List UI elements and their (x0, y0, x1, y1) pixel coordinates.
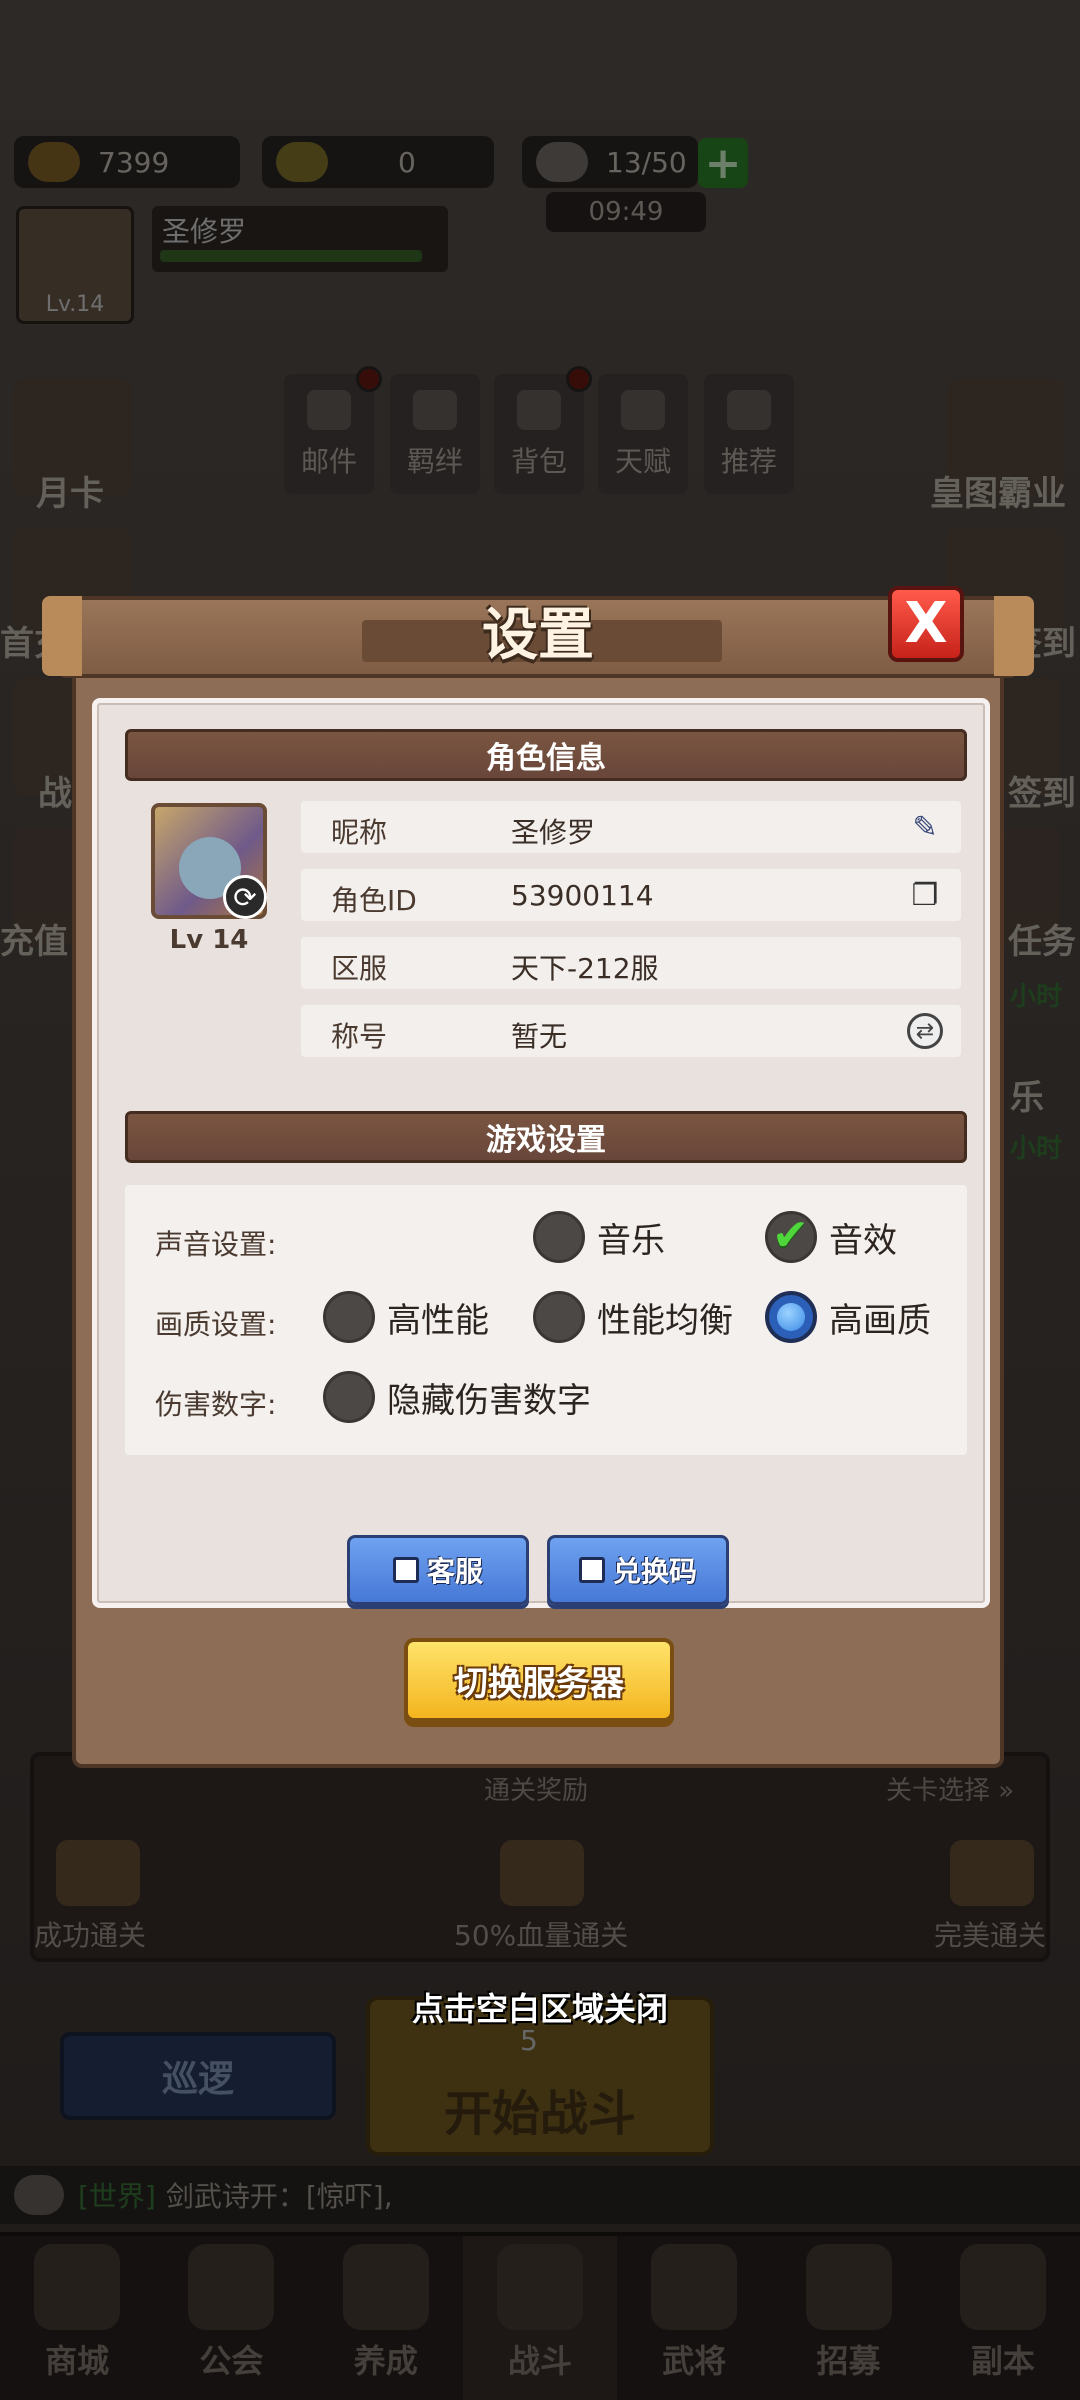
copy-icon[interactable]: ❐ (907, 877, 943, 913)
hide-damage-option[interactable]: 隐藏伤害数字 (323, 1371, 591, 1423)
switch-server-label: 切换服务器 (454, 1663, 624, 1704)
quality-performance-label: 高性能 (387, 1300, 489, 1341)
quality-high-radio-selected[interactable] (765, 1291, 817, 1343)
customer-service-button[interactable]: 客服 (347, 1535, 529, 1605)
game-settings-box: 声音设置: 音乐 音效 画质设置: 高性能 性能均衡 (125, 1185, 967, 1455)
quality-performance-option[interactable]: 高性能 (323, 1291, 489, 1343)
switch-server-button[interactable]: 切换服务器 (404, 1638, 674, 1722)
nickname-value: 圣修罗 (511, 816, 596, 849)
close-icon: X (904, 591, 948, 656)
service-icon (392, 1557, 419, 1583)
role-level: Lv 14 (169, 925, 249, 955)
hide-damage-label: 隐藏伤害数字 (387, 1380, 591, 1421)
close-button[interactable]: X (888, 586, 964, 662)
tap-to-close-hint: 点击空白区域关闭 (411, 1990, 668, 2028)
quality-high-label: 高画质 (829, 1300, 931, 1341)
hide-damage-checkbox[interactable] (323, 1371, 375, 1423)
dialog-title: 设置 (482, 603, 594, 668)
title-row: 称号 暂无 ⇄ (301, 1005, 961, 1057)
server-value: 天下-212服 (511, 952, 659, 985)
sound-settings-label: 声音设置: (155, 1228, 277, 1261)
dialog-header: 设置 X (42, 586, 1034, 678)
role-info-header: 角色信息 (125, 729, 967, 781)
nickname-row: 昵称 圣修罗 ✎ (301, 801, 961, 853)
server-label: 区服 (331, 952, 388, 985)
quality-high-option[interactable]: 高画质 (765, 1291, 931, 1343)
change-avatar-icon[interactable]: ⟳ (223, 875, 267, 919)
damage-number-label: 伤害数字: (155, 1388, 277, 1421)
role-avatar[interactable]: ⟳ (151, 803, 267, 919)
edit-pencil-icon[interactable]: ✎ (907, 809, 943, 845)
settings-panel: 角色信息 ⟳ Lv 14 昵称 圣修罗 ✎ 角色ID 53900114 ❐ 区服… (92, 698, 990, 1608)
sfx-label: 音效 (829, 1220, 897, 1261)
nickname-label: 昵称 (331, 816, 388, 849)
sfx-toggle[interactable]: 音效 (765, 1210, 897, 1263)
role-info-title: 角色信息 (486, 741, 606, 776)
settings-dialog: 角色信息 ⟳ Lv 14 昵称 圣修罗 ✎ 角色ID 53900114 ❐ 区服… (42, 586, 1034, 1772)
sfx-checkbox-checked[interactable] (765, 1210, 817, 1263)
quality-performance-radio[interactable] (323, 1291, 375, 1343)
music-label: 音乐 (597, 1220, 665, 1261)
redeem-code-label: 兑换码 (612, 1555, 697, 1588)
qr-code-icon (578, 1557, 605, 1583)
quality-balanced-option[interactable]: 性能均衡 (533, 1291, 733, 1343)
role-id-row: 角色ID 53900114 ❐ (301, 869, 961, 921)
role-id-label: 角色ID (331, 884, 417, 917)
game-settings-header: 游戏设置 (125, 1111, 967, 1163)
game-settings-title: 游戏设置 (486, 1123, 606, 1158)
music-checkbox[interactable] (533, 1211, 585, 1263)
quality-balanced-radio[interactable] (533, 1291, 585, 1343)
server-row: 区服 天下-212服 (301, 937, 961, 989)
music-toggle[interactable]: 音乐 (533, 1211, 665, 1263)
title-value: 暂无 (511, 1020, 568, 1053)
dialog-body: 角色信息 ⟳ Lv 14 昵称 圣修罗 ✎ 角色ID 53900114 ❐ 区服… (72, 676, 1004, 1768)
role-id-value: 53900114 (511, 879, 654, 912)
quality-balanced-label: 性能均衡 (597, 1300, 733, 1341)
customer-service-label: 客服 (426, 1555, 483, 1588)
switch-title-icon[interactable]: ⇄ (907, 1013, 943, 1049)
title-label: 称号 (331, 1020, 388, 1053)
redeem-code-button[interactable]: 兑换码 (547, 1535, 729, 1605)
quality-settings-label: 画质设置: (155, 1308, 277, 1341)
